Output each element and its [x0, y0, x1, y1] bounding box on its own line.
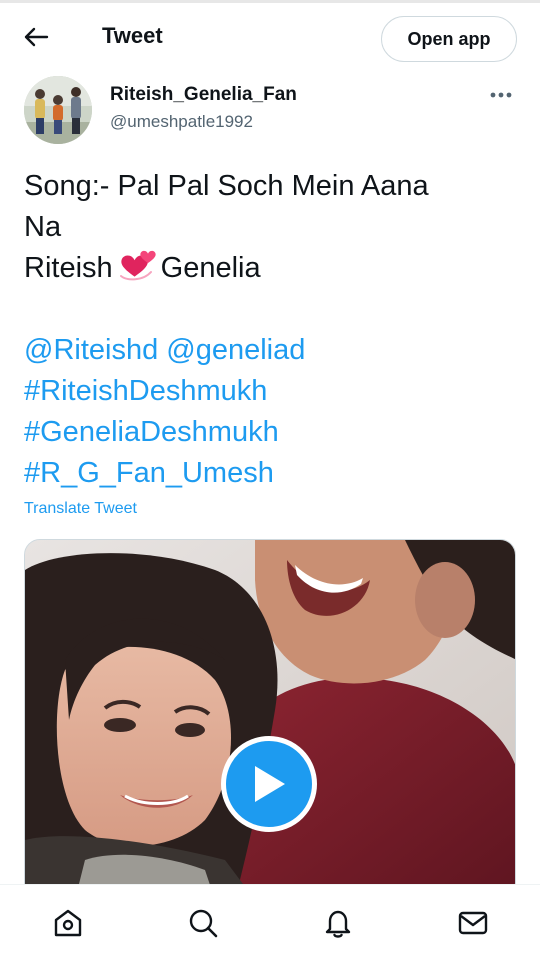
translate-tweet-link[interactable]: Translate Tweet	[24, 500, 137, 518]
nav-search[interactable]	[135, 885, 270, 960]
more-options-button[interactable]	[486, 82, 516, 108]
arrow-left-icon	[24, 27, 49, 47]
page-title: Tweet	[102, 23, 163, 48]
avatar[interactable]	[24, 76, 92, 144]
nav-messages[interactable]	[405, 885, 540, 960]
hashtag-link[interactable]: #R_G_Fan_Umesh	[24, 453, 504, 494]
tweet-text-spacer	[24, 289, 504, 330]
notifications-bell-icon	[325, 910, 350, 938]
video-thumbnail[interactable]	[24, 539, 516, 899]
video-frame-image	[25, 540, 515, 898]
more-horizontal-icon	[490, 92, 512, 98]
back-button[interactable]	[14, 17, 58, 57]
mention-link[interactable]: @geneliad	[166, 334, 305, 366]
tweet-text-word: Genelia	[160, 252, 261, 284]
hashtag-link[interactable]: #GeneliaDeshmukh	[24, 412, 504, 453]
top-bar: Tweet Open app	[0, 3, 540, 69]
home-icon	[54, 909, 81, 936]
tweet-text: Song:- Pal Pal Soch Mein Aana Na Riteish…	[24, 166, 504, 494]
nav-notifications[interactable]	[270, 885, 405, 960]
messages-envelope-icon	[458, 911, 487, 934]
mention-link[interactable]: @Riteishd	[24, 334, 158, 366]
tweet-author: Riteish_Genelia_Fan @umeshpatle1992	[24, 76, 516, 146]
open-app-button[interactable]: Open app	[381, 16, 517, 62]
tweet-text-word: Riteish	[24, 252, 113, 284]
avatar-photo	[24, 76, 92, 144]
play-icon	[255, 766, 285, 802]
hashtag-link[interactable]: #RiteishDeshmukh	[24, 371, 504, 412]
two-hearts-emoji	[119, 250, 156, 281]
tweet-text-line: Riteish Genelia	[24, 248, 504, 289]
tweet-mentions: @Riteishd @geneliad	[24, 330, 504, 371]
play-button[interactable]	[221, 736, 317, 832]
nav-home[interactable]	[0, 885, 135, 960]
tweet-text-line: Song:- Pal Pal Soch Mein Aana	[24, 170, 429, 202]
author-handle[interactable]: @umeshpatle1992	[110, 112, 253, 132]
bottom-navigation	[0, 884, 540, 960]
tweet-text-line: Na	[24, 211, 62, 243]
search-icon	[189, 909, 217, 937]
author-name[interactable]: Riteish_Genelia_Fan	[110, 84, 297, 106]
